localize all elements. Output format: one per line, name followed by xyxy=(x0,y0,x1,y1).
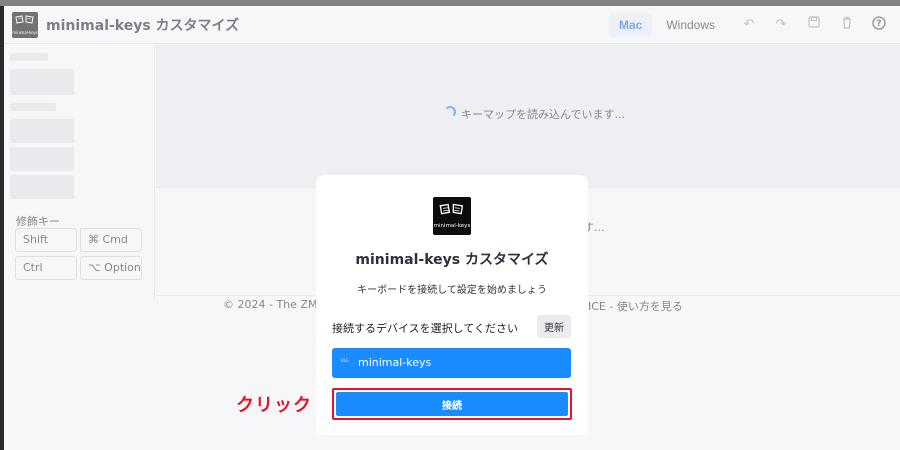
click-annotation: クリック xyxy=(236,395,312,416)
refresh-button[interactable]: 更新 xyxy=(537,315,571,338)
keyboard-logo-icon xyxy=(439,203,464,215)
dialog-logo: minimal-keys xyxy=(433,197,471,235)
device-name: minimal-keys xyxy=(358,356,432,369)
dialog-logo-text: minimal-keys xyxy=(433,223,471,229)
device-select-label: 接続するデバイスを選択してください xyxy=(332,322,519,335)
dialog-title: minimal-keys カスタマイズ xyxy=(355,252,549,268)
connect-highlight-box: 接続 xyxy=(332,388,572,420)
connect-button[interactable]: 接続 xyxy=(336,392,568,416)
device-list-item[interactable]: BLE minimal-keys xyxy=(332,348,571,378)
ble-tag: BLE xyxy=(341,358,349,363)
window-edge xyxy=(0,6,4,450)
dialog-subtitle: キーボードを接続して設定を始めましょう xyxy=(357,285,547,296)
connect-dialog: minimal-keys minimal-keys カスタマイズ キーボードを接… xyxy=(316,175,588,435)
